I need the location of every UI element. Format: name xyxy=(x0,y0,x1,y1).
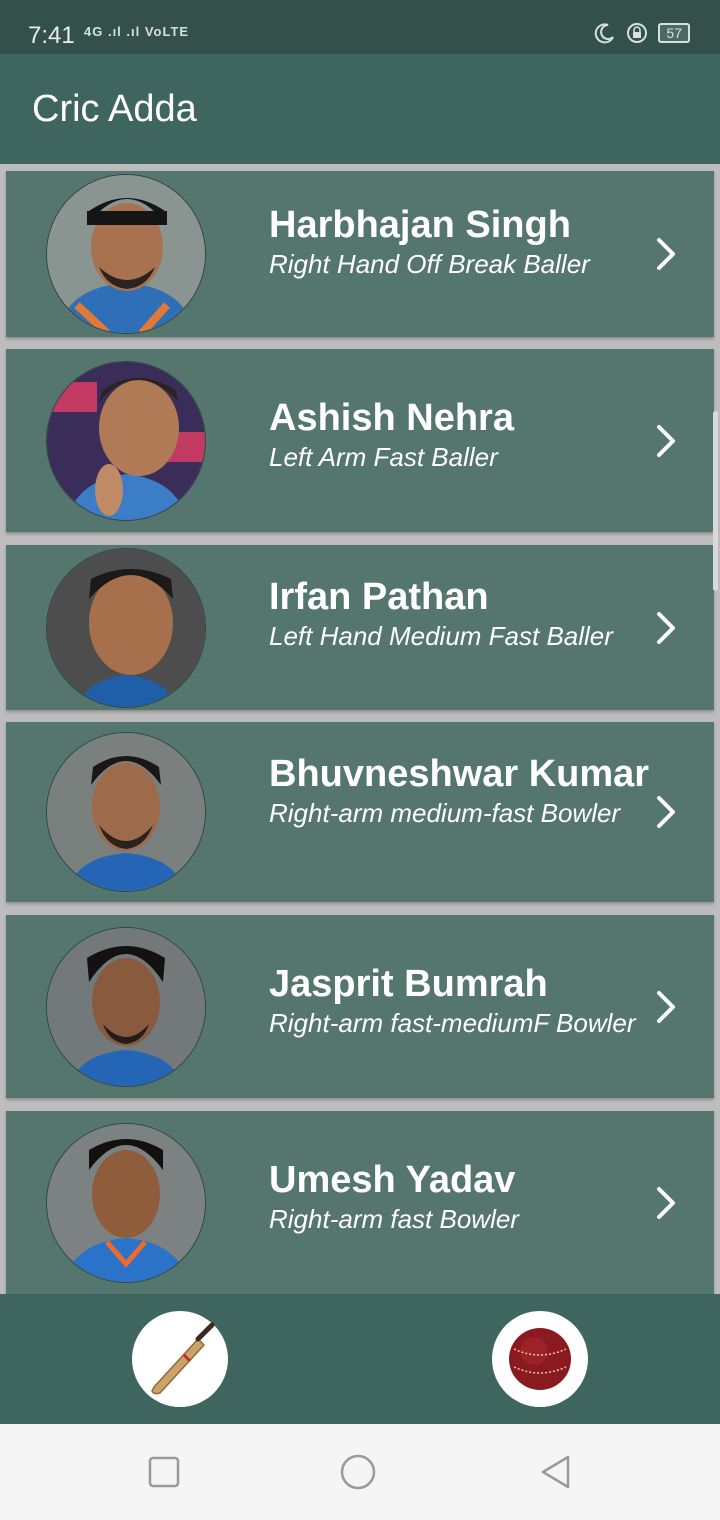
player-card[interactable]: Bhuvneshwar Kumar Right-arm medium-fast … xyxy=(6,722,714,902)
player-photo xyxy=(47,1124,205,1282)
recents-square-icon[interactable] xyxy=(146,1454,182,1490)
player-card[interactable]: Ashish Nehra Left Arm Fast Baller xyxy=(6,349,714,532)
player-name: Umesh Yadav xyxy=(269,1159,516,1201)
network-indicator: 4G .ıl .ıl VoLTE xyxy=(84,24,190,39)
player-info: Bhuvneshwar Kumar Right-arm medium-fast … xyxy=(269,751,669,829)
scrollbar[interactable] xyxy=(713,411,718,591)
chevron-right-icon[interactable] xyxy=(654,792,678,832)
player-role: Right Hand Off Break Baller xyxy=(269,249,590,279)
player-name: Ashish Nehra xyxy=(269,397,514,439)
bowlers-button[interactable] xyxy=(492,1311,588,1407)
player-name: Jasprit Bumrah xyxy=(269,963,548,1005)
player-info: Harbhajan Singh Right Hand Off Break Bal… xyxy=(269,202,669,280)
status-bar: 7:41 4G .ıl .ıl VoLTE 57 xyxy=(0,0,720,54)
player-photo xyxy=(47,928,205,1086)
player-role: Right-arm fast-mediumF Bowler xyxy=(269,1008,636,1038)
player-info: Umesh Yadav Right-arm fast Bowler xyxy=(269,1157,669,1235)
back-triangle-icon[interactable] xyxy=(538,1454,574,1490)
player-card[interactable]: Umesh Yadav Right-arm fast Bowler xyxy=(6,1111,714,1294)
player-photo xyxy=(47,549,205,707)
player-avatar xyxy=(46,174,206,334)
app-bar: Cric Adda xyxy=(0,54,720,164)
cricket-ball-icon xyxy=(509,1328,571,1390)
player-photo xyxy=(47,733,205,891)
chevron-right-icon[interactable] xyxy=(654,421,678,461)
cricket-bat-icon xyxy=(151,1322,215,1395)
player-info: Ashish Nehra Left Arm Fast Baller xyxy=(269,395,669,473)
player-avatar xyxy=(46,361,206,521)
player-name: Irfan Pathan xyxy=(269,576,489,618)
player-role: Right-arm medium-fast Bowler xyxy=(269,798,621,828)
player-list[interactable]: Harbhajan Singh Right Hand Off Break Bal… xyxy=(0,164,720,1294)
player-avatar xyxy=(46,548,206,708)
home-circle-icon[interactable] xyxy=(340,1454,376,1490)
status-time: 7:41 xyxy=(28,22,75,49)
player-avatar xyxy=(46,732,206,892)
player-role: Right-arm fast Bowler xyxy=(269,1204,519,1234)
player-card[interactable]: Jasprit Bumrah Right-arm fast-mediumF Bo… xyxy=(6,915,714,1098)
batsmen-button[interactable] xyxy=(132,1311,228,1407)
chevron-right-icon[interactable] xyxy=(654,987,678,1027)
chevron-right-icon[interactable] xyxy=(654,1183,678,1223)
chevron-right-icon[interactable] xyxy=(654,608,678,648)
moon-icon xyxy=(595,23,615,44)
player-card[interactable]: Irfan Pathan Left Hand Medium Fast Balle… xyxy=(6,545,714,710)
system-nav-bar xyxy=(0,1424,720,1520)
player-role: Left Arm Fast Baller xyxy=(269,442,498,472)
chevron-right-icon[interactable] xyxy=(654,234,678,274)
player-card[interactable]: Harbhajan Singh Right Hand Off Break Bal… xyxy=(6,171,714,337)
player-info: Jasprit Bumrah Right-arm fast-mediumF Bo… xyxy=(269,961,669,1039)
player-name: Harbhajan Singh xyxy=(269,204,571,246)
player-role: Left Hand Medium Fast Baller xyxy=(269,621,613,651)
app-title: Cric Adda xyxy=(32,88,197,130)
player-info: Irfan Pathan Left Hand Medium Fast Balle… xyxy=(269,574,669,652)
bottom-bar xyxy=(0,1294,720,1424)
player-photo xyxy=(47,175,205,333)
player-avatar xyxy=(46,927,206,1087)
status-right-icons: 57 xyxy=(594,22,690,44)
battery-indicator: 57 xyxy=(658,23,690,43)
lock-rotation-icon xyxy=(627,23,648,43)
player-name: Bhuvneshwar Kumar xyxy=(269,753,650,795)
player-avatar xyxy=(46,1123,206,1283)
player-photo xyxy=(47,362,205,520)
